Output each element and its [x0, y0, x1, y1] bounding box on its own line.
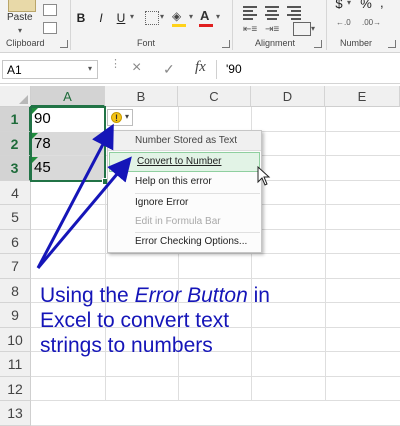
row-header-13[interactable]: 13: [0, 401, 31, 426]
annotation-caption: Using the Error Button in Excel to conve…: [40, 283, 290, 358]
caption-text-1: Using the: [40, 284, 135, 307]
caption-emphasis: Error Button: [134, 284, 248, 307]
arrow-to-convert-option: [36, 156, 132, 269]
gridline: [31, 424, 400, 426]
gridline: [31, 400, 400, 401]
arrow-to-error-button: [36, 123, 114, 269]
